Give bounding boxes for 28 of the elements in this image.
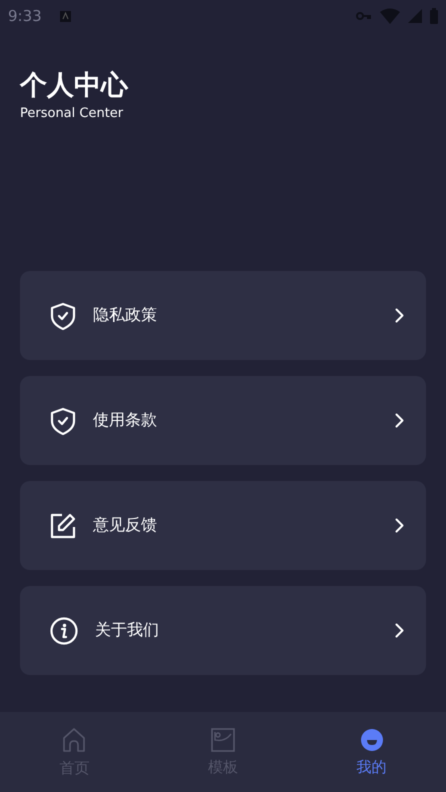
- page-subtitle: Personal Center: [20, 105, 124, 123]
- edit-icon: [50, 512, 76, 538]
- home-icon: [61, 726, 88, 752]
- shield-check-icon: [50, 406, 76, 434]
- menu-label: 关于我们: [95, 620, 160, 641]
- nav-tab[interactable]: 我的: [297, 712, 446, 792]
- chevron-right-icon: [395, 518, 404, 533]
- battery-icon: [430, 8, 438, 24]
- info-icon: [50, 616, 78, 644]
- chevron-right-icon: [395, 623, 404, 638]
- wifi-icon: [380, 8, 400, 24]
- chevron-right-icon: [395, 413, 404, 428]
- page-title: 个人中心: [20, 69, 130, 103]
- menu-item[interactable]: 意见反馈: [20, 481, 426, 570]
- menu-label: 隐私政策: [93, 305, 158, 326]
- image-icon: [211, 728, 235, 752]
- signal-icon: [408, 9, 422, 23]
- status-time: 9:33: [8, 7, 42, 25]
- menu-item[interactable]: 使用条款: [20, 376, 426, 465]
- menu-label: 意见反馈: [93, 515, 158, 536]
- chevron-right-icon: [395, 308, 404, 323]
- menu-item[interactable]: 隐私政策: [20, 271, 426, 360]
- notification-icon: [60, 10, 71, 22]
- key-icon: [356, 11, 372, 21]
- shield-check-icon: [50, 302, 76, 330]
- menu-label: 使用条款: [93, 410, 158, 431]
- menu-item[interactable]: 关于我们: [20, 586, 426, 675]
- smile-icon: [360, 728, 384, 752]
